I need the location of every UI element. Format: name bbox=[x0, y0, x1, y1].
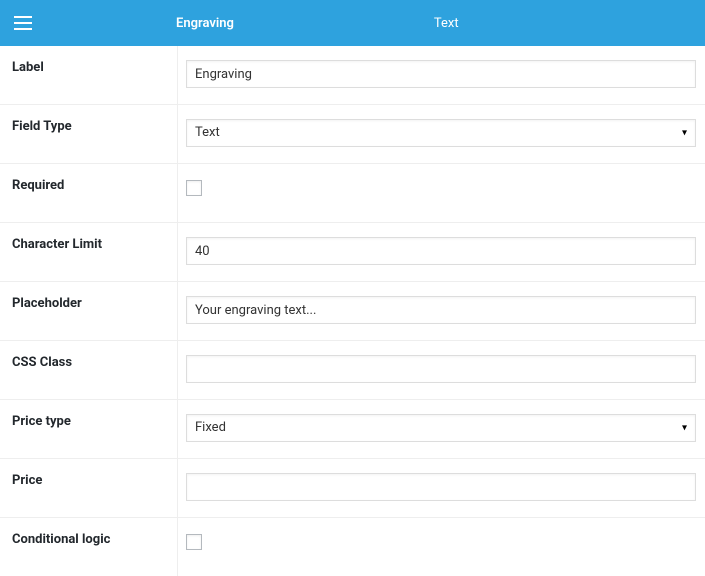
price-input[interactable] bbox=[186, 473, 696, 501]
conditional-logic-checkbox[interactable] bbox=[186, 534, 202, 550]
header-field-type: Text bbox=[434, 16, 459, 31]
hamburger-icon bbox=[14, 16, 32, 30]
label-label: Label bbox=[0, 46, 178, 104]
label-price-type: Price type bbox=[0, 400, 178, 458]
menu-toggle-button[interactable] bbox=[0, 0, 46, 46]
field-type-select[interactable]: Text bbox=[186, 119, 696, 147]
row-placeholder: Placeholder bbox=[0, 282, 705, 341]
row-conditional-logic: Conditional logic bbox=[0, 518, 705, 576]
label-input[interactable] bbox=[186, 60, 696, 88]
label-css-class: CSS Class bbox=[0, 341, 178, 399]
field-type-value: Text bbox=[187, 120, 695, 145]
row-price: Price bbox=[0, 459, 705, 518]
label-character-limit: Character Limit bbox=[0, 223, 178, 281]
row-field-type: Field Type Text bbox=[0, 105, 705, 164]
field-settings-form: Label Field Type Text Required Character… bbox=[0, 46, 705, 576]
placeholder-input[interactable] bbox=[186, 296, 696, 324]
label-conditional-logic: Conditional logic bbox=[0, 518, 178, 576]
header-title: Engraving bbox=[176, 16, 234, 31]
price-type-select[interactable]: Fixed bbox=[186, 414, 696, 442]
row-required: Required bbox=[0, 164, 705, 223]
price-type-value: Fixed bbox=[187, 415, 695, 440]
row-label: Label bbox=[0, 46, 705, 105]
row-price-type: Price type Fixed bbox=[0, 400, 705, 459]
label-required: Required bbox=[0, 164, 178, 222]
header-bar: Engraving Text bbox=[0, 0, 705, 46]
character-limit-input[interactable] bbox=[186, 237, 696, 265]
row-character-limit: Character Limit bbox=[0, 223, 705, 282]
required-checkbox[interactable] bbox=[186, 180, 202, 196]
label-field-type: Field Type bbox=[0, 105, 178, 163]
label-price: Price bbox=[0, 459, 178, 517]
label-placeholder: Placeholder bbox=[0, 282, 178, 340]
css-class-input[interactable] bbox=[186, 355, 696, 383]
row-css-class: CSS Class bbox=[0, 341, 705, 400]
